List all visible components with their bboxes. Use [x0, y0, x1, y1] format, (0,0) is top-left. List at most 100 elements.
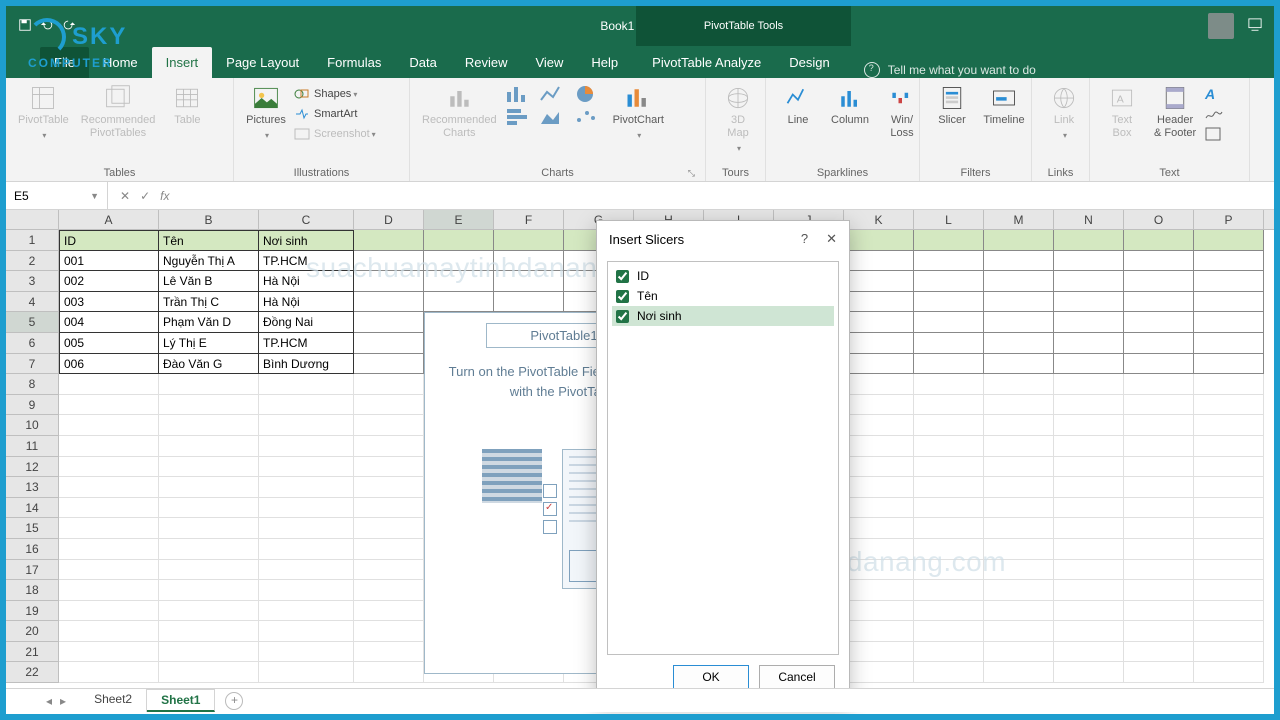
cell[interactable] [1054, 436, 1124, 457]
cell[interactable] [494, 251, 564, 272]
cell[interactable] [59, 374, 159, 395]
cell[interactable] [59, 560, 159, 581]
cell[interactable] [1124, 642, 1194, 663]
cell[interactable] [259, 498, 354, 519]
cell[interactable] [844, 518, 914, 539]
cell[interactable] [984, 580, 1054, 601]
pictures-button[interactable]: Pictures [242, 82, 290, 144]
tab-design[interactable]: Design [775, 47, 843, 78]
cell[interactable] [844, 312, 914, 333]
cell[interactable] [914, 292, 984, 313]
cell[interactable] [1054, 477, 1124, 498]
cell[interactable] [1054, 539, 1124, 560]
cell[interactable] [424, 251, 494, 272]
name-box[interactable]: E5▼ [6, 182, 108, 209]
help-icon[interactable]: ? [801, 231, 808, 247]
cell[interactable]: Lê Văn B [159, 271, 259, 292]
cell[interactable] [259, 642, 354, 663]
cell[interactable] [914, 333, 984, 354]
ribbon-options-icon[interactable] [1248, 18, 1262, 35]
cell[interactable] [259, 518, 354, 539]
cell[interactable] [1194, 374, 1264, 395]
cell[interactable] [844, 251, 914, 272]
cell[interactable]: Nguyễn Thị A [159, 251, 259, 272]
cell[interactable] [914, 580, 984, 601]
row-header-19[interactable]: 19 [6, 601, 58, 622]
cell[interactable]: TP.HCM [259, 333, 354, 354]
cell[interactable] [1194, 251, 1264, 272]
cell[interactable] [354, 580, 424, 601]
cell[interactable] [1194, 601, 1264, 622]
cell[interactable] [1124, 580, 1194, 601]
cell[interactable] [1054, 601, 1124, 622]
row-header-14[interactable]: 14 [6, 498, 58, 519]
cell[interactable] [1054, 374, 1124, 395]
cell[interactable] [984, 292, 1054, 313]
row-header-7[interactable]: 7 [6, 354, 58, 375]
cell[interactable]: 002 [59, 271, 159, 292]
cell[interactable] [159, 457, 259, 478]
cell[interactable] [354, 601, 424, 622]
cell[interactable] [984, 230, 1054, 251]
cell[interactable] [984, 333, 1054, 354]
cell[interactable] [354, 457, 424, 478]
tab-data[interactable]: Data [395, 47, 450, 78]
spreadsheet-grid[interactable]: ABCDEFGHIJKLMNOP 12345678910111213141516… [6, 210, 1274, 714]
cell[interactable] [1054, 271, 1124, 292]
cell[interactable]: 001 [59, 251, 159, 272]
cell[interactable] [1124, 354, 1194, 375]
cell[interactable] [159, 560, 259, 581]
cell[interactable] [1054, 251, 1124, 272]
cell[interactable] [59, 642, 159, 663]
cell[interactable] [914, 477, 984, 498]
cell[interactable] [1124, 333, 1194, 354]
cell[interactable]: Phạm Văn D [159, 312, 259, 333]
row-header-9[interactable]: 9 [6, 395, 58, 416]
cell[interactable] [1194, 354, 1264, 375]
row-header-22[interactable]: 22 [6, 662, 58, 683]
col-header-A[interactable]: A [59, 210, 159, 229]
cell[interactable] [1194, 230, 1264, 251]
cell[interactable] [844, 271, 914, 292]
cell[interactable] [1194, 395, 1264, 416]
cell[interactable] [984, 518, 1054, 539]
cell[interactable] [354, 662, 424, 683]
chart-dialog-launcher-icon[interactable]: ⤡ [688, 168, 695, 179]
cell[interactable] [984, 621, 1054, 642]
cell[interactable] [1194, 621, 1264, 642]
row-header-1[interactable]: 1 [6, 230, 58, 251]
cell[interactable] [354, 539, 424, 560]
cell[interactable] [59, 415, 159, 436]
cell[interactable] [1124, 374, 1194, 395]
cell[interactable] [159, 539, 259, 560]
slicer-field-id[interactable]: ID [612, 266, 834, 286]
row-header-3[interactable]: 3 [6, 271, 58, 292]
cell[interactable] [1054, 230, 1124, 251]
sheet-tab-sheet2[interactable]: Sheet2 [80, 689, 147, 712]
cell[interactable] [984, 395, 1054, 416]
column-chart-icon[interactable] [505, 84, 537, 104]
wordart-icon[interactable]: A [1204, 86, 1224, 102]
cell[interactable]: Nơi sinh [259, 230, 354, 251]
tab-review[interactable]: Review [451, 47, 522, 78]
cell[interactable] [59, 621, 159, 642]
cell[interactable] [494, 230, 564, 251]
cell[interactable] [59, 477, 159, 498]
cell[interactable]: Bình Dương [259, 354, 354, 375]
cell[interactable] [844, 354, 914, 375]
slicer-button[interactable]: Slicer [928, 82, 976, 129]
cell[interactable] [354, 621, 424, 642]
cell[interactable] [1124, 601, 1194, 622]
cell[interactable] [259, 601, 354, 622]
cell[interactable] [914, 354, 984, 375]
cell[interactable]: Tên [159, 230, 259, 251]
cancel-formula-icon[interactable]: ✕ [120, 189, 130, 203]
cell[interactable] [259, 374, 354, 395]
cell[interactable] [59, 457, 159, 478]
cell[interactable] [914, 539, 984, 560]
line-chart-icon[interactable] [539, 84, 571, 104]
cell[interactable] [1124, 539, 1194, 560]
cell[interactable] [59, 498, 159, 519]
col-header-E[interactable]: E [424, 210, 494, 229]
cell[interactable]: Hà Nội [259, 292, 354, 313]
